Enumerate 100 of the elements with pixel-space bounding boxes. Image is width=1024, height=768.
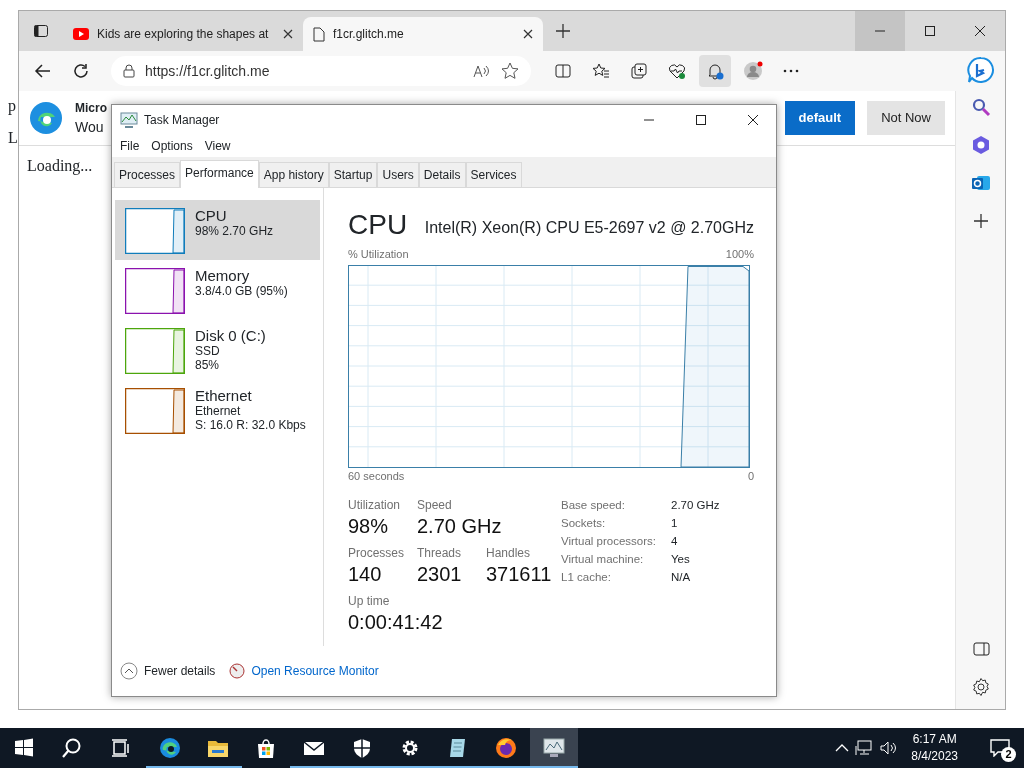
search-icon[interactable] [61,737,83,759]
tab-title: Kids are exploring the shapes at [97,26,270,43]
notification-badge: 2 [1001,747,1016,762]
tab[interactable]: Performance [180,160,259,188]
axis-label: 100% [725,247,754,262]
pane-heading: CPU [348,210,408,240]
video-icon [73,28,89,40]
resource-detail: 3.8/4.0 GB (95%) [195,284,288,298]
detail-value: 1 [671,516,678,531]
stat-value: 371611 [486,562,552,586]
detail-value: Yes [671,552,690,567]
menu-item[interactable]: Options [151,137,193,155]
stat-label: Speed [417,497,453,514]
notification-icon[interactable] [990,739,1010,757]
resource-item[interactable]: Disk 0 (C:) SSD 85% [115,320,320,380]
resource-detail: SSD [195,344,221,358]
settings-icon[interactable] [970,677,991,697]
processor-model: Intel(R) Xeon(R) CPU E5-2697 v2 @ 2.70GHz [424,218,754,238]
gauge-icon [229,663,246,679]
window-title: Task Manager [144,112,221,129]
tab-title: f1cr.glitch.me [333,26,405,43]
tab[interactable]: Details [418,162,466,187]
tabs-icon[interactable] [33,23,49,39]
monitor-icon[interactable] [530,728,578,768]
close-icon[interactable] [974,25,986,37]
tab[interactable]: Services [465,162,522,187]
collections-icon[interactable] [630,62,648,80]
heart-icon[interactable] [668,62,686,80]
stat-value: 0:00:41:42 [348,610,443,634]
axis-label: 60 seconds [348,468,405,484]
resource-detail: S: 16.0 R: 32.0 Kbps [195,418,306,432]
close-icon[interactable] [747,114,759,126]
network-icon[interactable] [855,740,874,756]
stat-value: 98% [348,514,390,538]
maximize-icon[interactable] [924,25,936,37]
windows-icon[interactable] [13,737,35,759]
browser-logo-icon [29,101,63,135]
tab[interactable]: Users [377,162,419,187]
task-view-icon[interactable] [109,737,131,759]
resource-item[interactable]: CPU 98% 2.70 GHz [115,200,320,260]
tab[interactable]: Startup [328,162,378,187]
maximize-icon[interactable] [695,114,707,126]
avatar-icon[interactable] [743,61,763,81]
detail-value: N/A [671,570,691,585]
resource-name: Memory [195,268,251,284]
page-text: p [8,96,16,117]
resource-detail: Ethernet [195,404,242,418]
monitor-icon [120,112,138,128]
detail-label: L1 cache: [561,570,612,585]
resource-item[interactable]: Memory 3.8/4.0 GB (95%) [115,260,320,320]
stat-value: 140 [348,562,383,586]
browser-tab[interactable]: Kids are exploring the shapes at [63,17,303,51]
lock-icon [123,64,135,78]
detail-label: Base speed: [561,498,626,513]
tab[interactable]: Processes [114,162,181,187]
menu-item[interactable]: View [204,137,231,155]
resource-item[interactable]: Ethernet Ethernet S: 16.0 R: 32.0 Kbps [115,380,320,440]
menu-item[interactable]: File [120,137,140,155]
page-text: Loading... [27,156,93,177]
resource-detail: 85% [195,358,221,372]
mini-graph [125,328,185,374]
detail-value: 2.70 GHz [671,498,720,513]
resource-monitor-link[interactable]: Open Resource Monitor [251,662,379,680]
resource-name: Ethernet [195,388,253,404]
chevron-up-icon[interactable] [120,662,138,680]
resource-name: Disk 0 (C:) [195,328,266,344]
resource-name: CPU [195,208,228,224]
new-tab-icon[interactable] [556,24,570,38]
browser-tab[interactable]: f1cr.glitch.me [303,17,543,51]
tab[interactable]: App history [258,162,329,187]
stat-label: Utilization [348,497,402,514]
axis-label: 0 [747,468,754,484]
stat-label: Threads [417,545,463,562]
infobar-button[interactable]: default [784,101,856,135]
stat-label: Processes [348,545,405,562]
sidebar-panel-icon[interactable] [970,639,991,659]
infobar-button[interactable]: Not Now [867,101,945,135]
split-screen-icon[interactable] [554,62,572,80]
clock-time[interactable]: 6:17 AM [912,731,957,748]
star-icon[interactable] [501,62,519,80]
stat-value: 2.70 GHz [417,514,502,538]
refresh-icon[interactable] [72,62,90,80]
close-icon[interactable] [283,29,293,39]
stat-label: Up time [348,593,391,610]
favorites-icon[interactable] [592,62,610,80]
back-icon[interactable] [34,62,52,80]
hexagon-icon[interactable] [970,135,991,155]
bell-icon[interactable] [706,62,724,80]
mini-graph [125,268,185,314]
close-icon[interactable] [523,29,533,39]
resource-detail: 98% 2.70 GHz [195,224,274,238]
clock-date[interactable]: 8/4/2023 [911,748,958,765]
fewer-details-link[interactable]: Fewer details [144,662,216,680]
axis-label: % Utilization [348,247,409,262]
stat-label: Handles [486,545,532,562]
mini-graph [125,208,185,254]
mini-graph [125,388,185,434]
mail-icon[interactable] [970,173,991,193]
read-aloud-icon[interactable] [473,64,491,78]
chat-bubble-icon[interactable] [966,56,996,86]
